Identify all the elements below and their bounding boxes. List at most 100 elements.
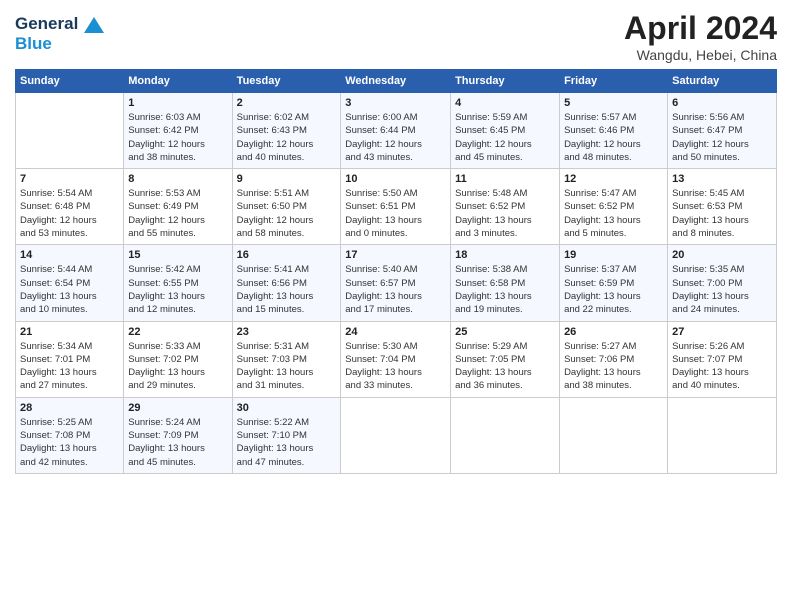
calendar-cell: 18 Sunrise: 5:38 AM Sunset: 6:58 PM Dayli… bbox=[451, 245, 560, 321]
calendar-cell: 27 Sunrise: 5:26 AM Sunset: 7:07 PM Dayli… bbox=[668, 321, 777, 397]
day-number: 12 bbox=[564, 173, 663, 185]
calendar-cell: 1Sunrise: 6:03 AM Sunset: 6:42 PM Daylig… bbox=[124, 93, 232, 169]
day-number: 27 bbox=[672, 326, 772, 338]
day-of-week-header: Sunday bbox=[16, 70, 124, 93]
day-info: Sunrise: 5:29 AM Sunset: 7:05 PM Dayligh… bbox=[455, 340, 555, 393]
day-info: Sunrise: 5:35 AM Sunset: 7:00 PM Dayligh… bbox=[672, 263, 772, 316]
day-info: Sunrise: 5:56 AM Sunset: 6:47 PM Dayligh… bbox=[672, 111, 772, 164]
logo-line1: General bbox=[15, 14, 104, 34]
day-info: Sunrise: 6:02 AM Sunset: 6:43 PM Dayligh… bbox=[237, 111, 337, 164]
day-info: Sunrise: 5:54 AM Sunset: 6:48 PM Dayligh… bbox=[20, 187, 119, 240]
location: Wangdu, Hebei, China bbox=[624, 47, 777, 63]
day-number: 5 bbox=[564, 97, 663, 109]
calendar-cell: 24 Sunrise: 5:30 AM Sunset: 7:04 PM Dayli… bbox=[341, 321, 451, 397]
calendar-cell: 13 Sunrise: 5:45 AM Sunset: 6:53 PM Dayli… bbox=[668, 169, 777, 245]
day-info: Sunrise: 5:24 AM Sunset: 7:09 PM Dayligh… bbox=[128, 416, 227, 469]
day-number: 6 bbox=[672, 97, 772, 109]
calendar-cell: 22 Sunrise: 5:33 AM Sunset: 7:02 PM Dayli… bbox=[124, 321, 232, 397]
day-number: 19 bbox=[564, 249, 663, 261]
calendar-cell: 28 Sunrise: 5:25 AM Sunset: 7:08 PM Dayli… bbox=[16, 397, 124, 473]
day-number: 15 bbox=[128, 249, 227, 261]
day-info: Sunrise: 5:42 AM Sunset: 6:55 PM Dayligh… bbox=[128, 263, 227, 316]
calendar-cell bbox=[668, 397, 777, 473]
calendar-cell: 14 Sunrise: 5:44 AM Sunset: 6:54 PM Dayli… bbox=[16, 245, 124, 321]
calendar-table: SundayMondayTuesdayWednesdayThursdayFrid… bbox=[15, 69, 777, 474]
calendar-week-row: 7Sunrise: 5:54 AM Sunset: 6:48 PM Daylig… bbox=[16, 169, 777, 245]
day-info: Sunrise: 6:00 AM Sunset: 6:44 PM Dayligh… bbox=[345, 111, 446, 164]
day-number: 17 bbox=[345, 249, 446, 261]
day-of-week-header: Monday bbox=[124, 70, 232, 93]
calendar-week-row: 1Sunrise: 6:03 AM Sunset: 6:42 PM Daylig… bbox=[16, 93, 777, 169]
calendar-cell bbox=[16, 93, 124, 169]
day-of-week-header: Friday bbox=[560, 70, 668, 93]
calendar-cell bbox=[451, 397, 560, 473]
calendar-cell: 9 Sunrise: 5:51 AM Sunset: 6:50 PM Daylig… bbox=[232, 169, 341, 245]
calendar-cell: 12 Sunrise: 5:47 AM Sunset: 6:52 PM Dayli… bbox=[560, 169, 668, 245]
calendar-cell: 3Sunrise: 6:00 AM Sunset: 6:44 PM Daylig… bbox=[341, 93, 451, 169]
day-number: 18 bbox=[455, 249, 555, 261]
calendar-cell: 2 Sunrise: 6:02 AM Sunset: 6:43 PM Daylig… bbox=[232, 93, 341, 169]
day-number: 2 bbox=[237, 97, 337, 109]
day-of-week-header: Tuesday bbox=[232, 70, 341, 93]
day-number: 16 bbox=[237, 249, 337, 261]
calendar-header-row: SundayMondayTuesdayWednesdayThursdayFrid… bbox=[16, 70, 777, 93]
day-info: Sunrise: 5:44 AM Sunset: 6:54 PM Dayligh… bbox=[20, 263, 119, 316]
logo-line2: Blue bbox=[15, 34, 104, 54]
calendar-cell: 19 Sunrise: 5:37 AM Sunset: 6:59 PM Dayli… bbox=[560, 245, 668, 321]
day-number: 9 bbox=[237, 173, 337, 185]
day-info: Sunrise: 5:25 AM Sunset: 7:08 PM Dayligh… bbox=[20, 416, 119, 469]
calendar-week-row: 14 Sunrise: 5:44 AM Sunset: 6:54 PM Dayli… bbox=[16, 245, 777, 321]
day-number: 29 bbox=[128, 402, 227, 414]
day-info: Sunrise: 5:45 AM Sunset: 6:53 PM Dayligh… bbox=[672, 187, 772, 240]
title-block: April 2024 Wangdu, Hebei, China bbox=[624, 10, 777, 63]
calendar-cell: 17Sunrise: 5:40 AM Sunset: 6:57 PM Dayli… bbox=[341, 245, 451, 321]
day-info: Sunrise: 5:37 AM Sunset: 6:59 PM Dayligh… bbox=[564, 263, 663, 316]
day-info: Sunrise: 5:47 AM Sunset: 6:52 PM Dayligh… bbox=[564, 187, 663, 240]
day-of-week-header: Thursday bbox=[451, 70, 560, 93]
day-info: Sunrise: 5:33 AM Sunset: 7:02 PM Dayligh… bbox=[128, 340, 227, 393]
day-info: Sunrise: 5:38 AM Sunset: 6:58 PM Dayligh… bbox=[455, 263, 555, 316]
day-number: 24 bbox=[345, 326, 446, 338]
day-info: Sunrise: 5:41 AM Sunset: 6:56 PM Dayligh… bbox=[237, 263, 337, 316]
day-info: Sunrise: 5:53 AM Sunset: 6:49 PM Dayligh… bbox=[128, 187, 227, 240]
month-title: April 2024 bbox=[624, 10, 777, 47]
page-container: General Blue April 2024 Wangdu, Hebei, C… bbox=[0, 0, 792, 484]
calendar-cell bbox=[560, 397, 668, 473]
calendar-cell: 26 Sunrise: 5:27 AM Sunset: 7:06 PM Dayli… bbox=[560, 321, 668, 397]
calendar-cell: 11Sunrise: 5:48 AM Sunset: 6:52 PM Dayli… bbox=[451, 169, 560, 245]
day-info: Sunrise: 5:31 AM Sunset: 7:03 PM Dayligh… bbox=[237, 340, 337, 393]
day-number: 23 bbox=[237, 326, 337, 338]
day-number: 26 bbox=[564, 326, 663, 338]
calendar-cell: 6 Sunrise: 5:56 AM Sunset: 6:47 PM Daylig… bbox=[668, 93, 777, 169]
header: General Blue April 2024 Wangdu, Hebei, C… bbox=[15, 10, 777, 63]
calendar-cell: 30Sunrise: 5:22 AM Sunset: 7:10 PM Dayli… bbox=[232, 397, 341, 473]
day-info: Sunrise: 5:30 AM Sunset: 7:04 PM Dayligh… bbox=[345, 340, 446, 393]
day-info: Sunrise: 5:50 AM Sunset: 6:51 PM Dayligh… bbox=[345, 187, 446, 240]
day-info: Sunrise: 5:59 AM Sunset: 6:45 PM Dayligh… bbox=[455, 111, 555, 164]
calendar-cell: 29 Sunrise: 5:24 AM Sunset: 7:09 PM Dayli… bbox=[124, 397, 232, 473]
calendar-cell: 20 Sunrise: 5:35 AM Sunset: 7:00 PM Dayli… bbox=[668, 245, 777, 321]
day-info: Sunrise: 5:27 AM Sunset: 7:06 PM Dayligh… bbox=[564, 340, 663, 393]
day-number: 22 bbox=[128, 326, 227, 338]
day-number: 25 bbox=[455, 326, 555, 338]
calendar-cell: 8Sunrise: 5:53 AM Sunset: 6:49 PM Daylig… bbox=[124, 169, 232, 245]
day-number: 28 bbox=[20, 402, 119, 414]
calendar-cell: 23 Sunrise: 5:31 AM Sunset: 7:03 PM Dayli… bbox=[232, 321, 341, 397]
calendar-cell: 25 Sunrise: 5:29 AM Sunset: 7:05 PM Dayli… bbox=[451, 321, 560, 397]
day-number: 11 bbox=[455, 173, 555, 185]
day-number: 14 bbox=[20, 249, 119, 261]
day-number: 4 bbox=[455, 97, 555, 109]
day-info: Sunrise: 5:34 AM Sunset: 7:01 PM Dayligh… bbox=[20, 340, 119, 393]
calendar-week-row: 28 Sunrise: 5:25 AM Sunset: 7:08 PM Dayli… bbox=[16, 397, 777, 473]
calendar-cell: 7Sunrise: 5:54 AM Sunset: 6:48 PM Daylig… bbox=[16, 169, 124, 245]
day-info: Sunrise: 5:57 AM Sunset: 6:46 PM Dayligh… bbox=[564, 111, 663, 164]
day-number: 13 bbox=[672, 173, 772, 185]
day-number: 10 bbox=[345, 173, 446, 185]
day-number: 1 bbox=[128, 97, 227, 109]
calendar-cell: 16 Sunrise: 5:41 AM Sunset: 6:56 PM Dayli… bbox=[232, 245, 341, 321]
day-info: Sunrise: 5:51 AM Sunset: 6:50 PM Dayligh… bbox=[237, 187, 337, 240]
day-info: Sunrise: 5:26 AM Sunset: 7:07 PM Dayligh… bbox=[672, 340, 772, 393]
day-of-week-header: Wednesday bbox=[341, 70, 451, 93]
calendar-week-row: 21Sunrise: 5:34 AM Sunset: 7:01 PM Dayli… bbox=[16, 321, 777, 397]
day-number: 20 bbox=[672, 249, 772, 261]
